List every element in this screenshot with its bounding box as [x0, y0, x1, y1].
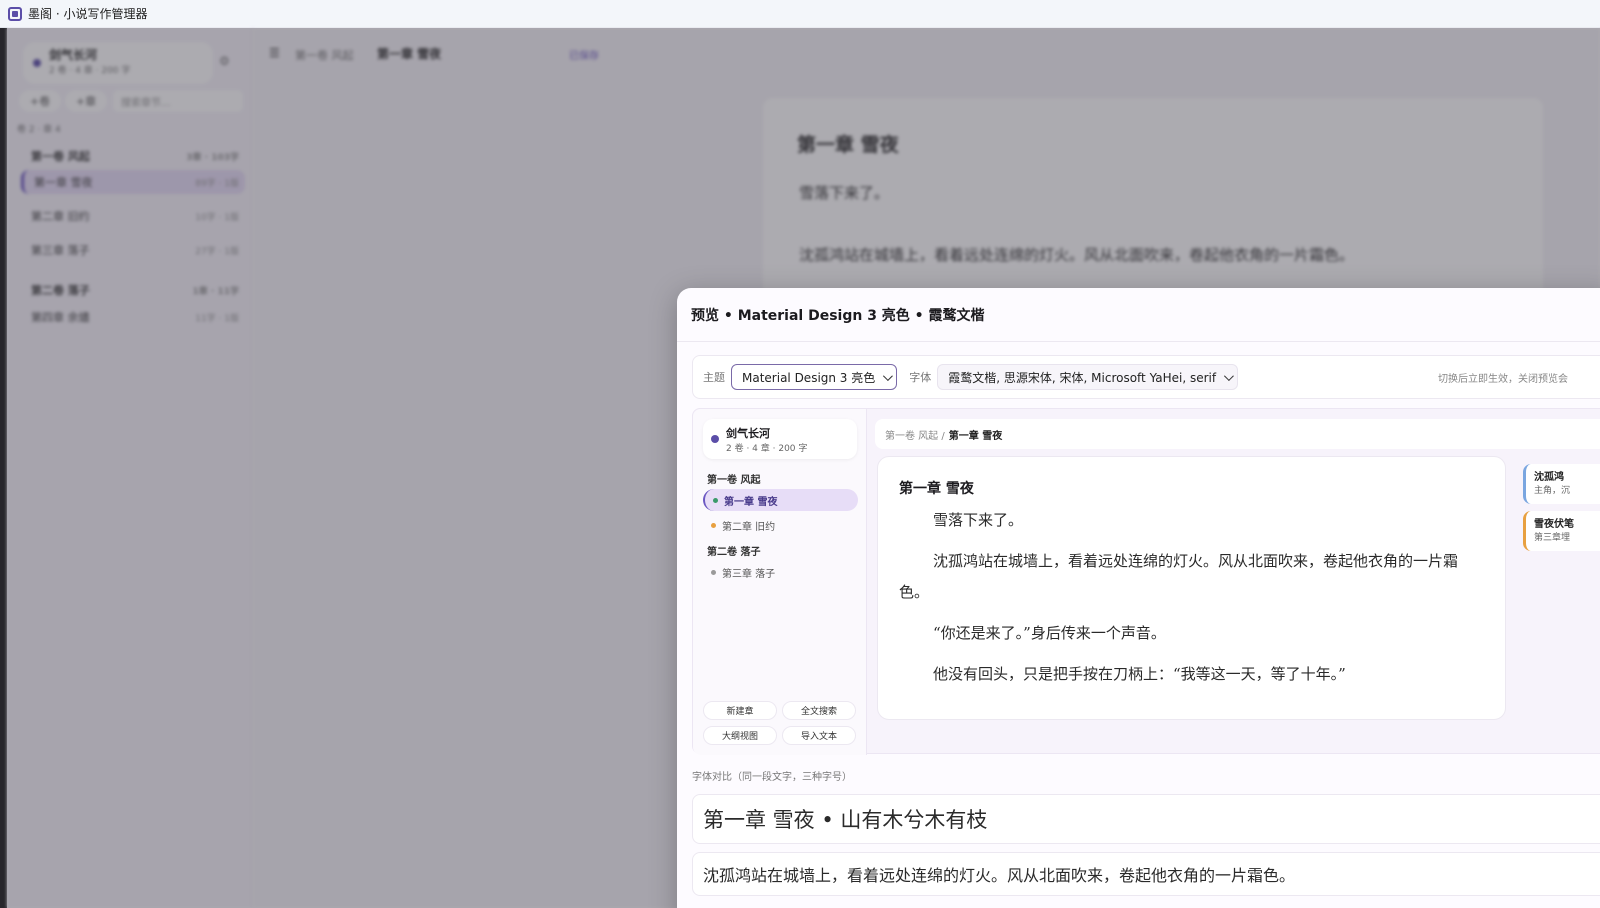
preview-book-meta: 2 卷 · 4 章 · 200 字 — [726, 444, 808, 454]
breadcrumb-chapter: 第一章 雪夜 — [948, 430, 1003, 442]
status-dot — [713, 497, 718, 503]
dialog-title: 预览 • Material Design 3 亮色 • 霞鹜文楷 — [691, 307, 985, 324]
new-chapter-button[interactable]: 新建章 — [703, 701, 777, 720]
outline-view-button[interactable]: 大纲视图 — [703, 726, 777, 745]
preview-chapter-label: 第一章 雪夜 — [724, 496, 778, 508]
book-dot — [711, 435, 719, 443]
note-title: 沈孤鸿 — [1534, 472, 1564, 483]
preview-chapter-item[interactable]: 第二章 旧约 — [703, 514, 858, 536]
preview-chapter-label: 第三章 落子 — [722, 568, 776, 580]
preview-chapter-item[interactable]: 第三章 落子 — [703, 561, 858, 583]
theme-preview: 剑气长河 2 卷 · 4 章 · 200 字 第一卷 风起 第一章 雪夜 第二章… — [692, 408, 1600, 755]
chevron-down-icon — [1224, 370, 1234, 381]
preview-book-name: 剑气长河 — [726, 427, 770, 440]
chevron-down-icon — [883, 370, 894, 381]
note-desc: 第三章埋 — [1534, 533, 1571, 543]
doc-paragraph: 雪落下来了。 — [933, 511, 1024, 529]
breadcrumb-volume: 第一卷 风起 / — [885, 430, 945, 442]
preview-breadcrumb: 第一卷 风起 / 第一章 雪夜 — [875, 419, 1600, 449]
note-card[interactable]: 沈孤鸿 主角，沉 — [1523, 464, 1600, 504]
doc-title: 第一章 雪夜 — [899, 481, 974, 497]
theme-select-value: Material Design 3 亮色 — [742, 370, 876, 385]
preview-controls: 主题 Material Design 3 亮色 字体 霞鹜文楷, 思源宋体, 宋… — [692, 355, 1600, 399]
font-compare-label: 字体对比（同一段文字，三种字号） — [692, 772, 852, 783]
font-compare-body: 沈孤鸿站在城墙上，看着远处连绵的灯火。风从北面吹来，卷起他衣角的一片霜色。 — [692, 852, 1600, 896]
app-icon — [8, 6, 22, 21]
preview-chapter-label: 第二章 旧约 — [722, 521, 776, 533]
theme-select[interactable]: Material Design 3 亮色 — [731, 364, 898, 390]
note-desc: 主角，沉 — [1534, 486, 1571, 496]
preview-chapter-item[interactable]: 第一章 雪夜 — [703, 489, 858, 511]
doc-paragraph: “你还是来了。”身后传来一个声音。 — [933, 624, 1166, 642]
preview-document: 第一章 雪夜 雪落下来了。 沈孤鸿站在城墙上，看着远处连绵的灯火。风从北面吹来，… — [877, 456, 1506, 720]
apply-hint: 切换后立即生效，关闭预览会 — [1438, 373, 1568, 385]
note-card[interactable]: 雪夜伏笔 第三章埋 — [1523, 511, 1600, 551]
dialog-header: 预览 • Material Design 3 亮色 • 霞鹜文楷 — [677, 288, 1600, 342]
font-select-value: 霞鹜文楷, 思源宋体, 宋体, Microsoft YaHei, serif — [948, 370, 1217, 385]
note-title: 雪夜伏笔 — [1534, 519, 1574, 530]
fulltext-search-button[interactable]: 全文搜索 — [782, 701, 856, 720]
doc-paragraph: 他没有回头，只是把手按在刀柄上：“我等这一天，等了十年。” — [933, 665, 1346, 683]
theme-label: 主题 — [703, 371, 725, 384]
window-titlebar: 墨阁 · 小说写作管理器 — [0, 0, 1600, 28]
font-label: 字体 — [909, 371, 932, 384]
preview-volume-label: 第一卷 风起 — [707, 475, 761, 486]
preview-book-card[interactable]: 剑气长河 2 卷 · 4 章 · 200 字 — [703, 419, 857, 459]
preview-dialog: 预览 • Material Design 3 亮色 • 霞鹜文楷 主题 Mate… — [677, 288, 1600, 908]
status-dot — [711, 522, 716, 528]
font-select[interactable]: 霞鹜文楷, 思源宋体, 宋体, Microsoft YaHei, serif — [937, 364, 1239, 390]
preview-volume-label: 第二卷 落子 — [707, 547, 761, 558]
window-title: 墨阁 · 小说写作管理器 — [28, 7, 148, 21]
preview-sidebar: 剑气长河 2 卷 · 4 章 · 200 字 第一卷 风起 第一章 雪夜 第二章… — [693, 409, 867, 755]
status-dot — [711, 569, 716, 575]
doc-paragraph: 沈孤鸿站在城墙上，看着远处连绵的灯火。风从北面吹来，卷起他衣角的一片霜色。 — [899, 552, 1459, 601]
font-compare-heading: 第一章 雪夜 • 山有木兮木有枝 — [692, 794, 1600, 844]
import-text-button[interactable]: 导入文本 — [782, 726, 856, 745]
